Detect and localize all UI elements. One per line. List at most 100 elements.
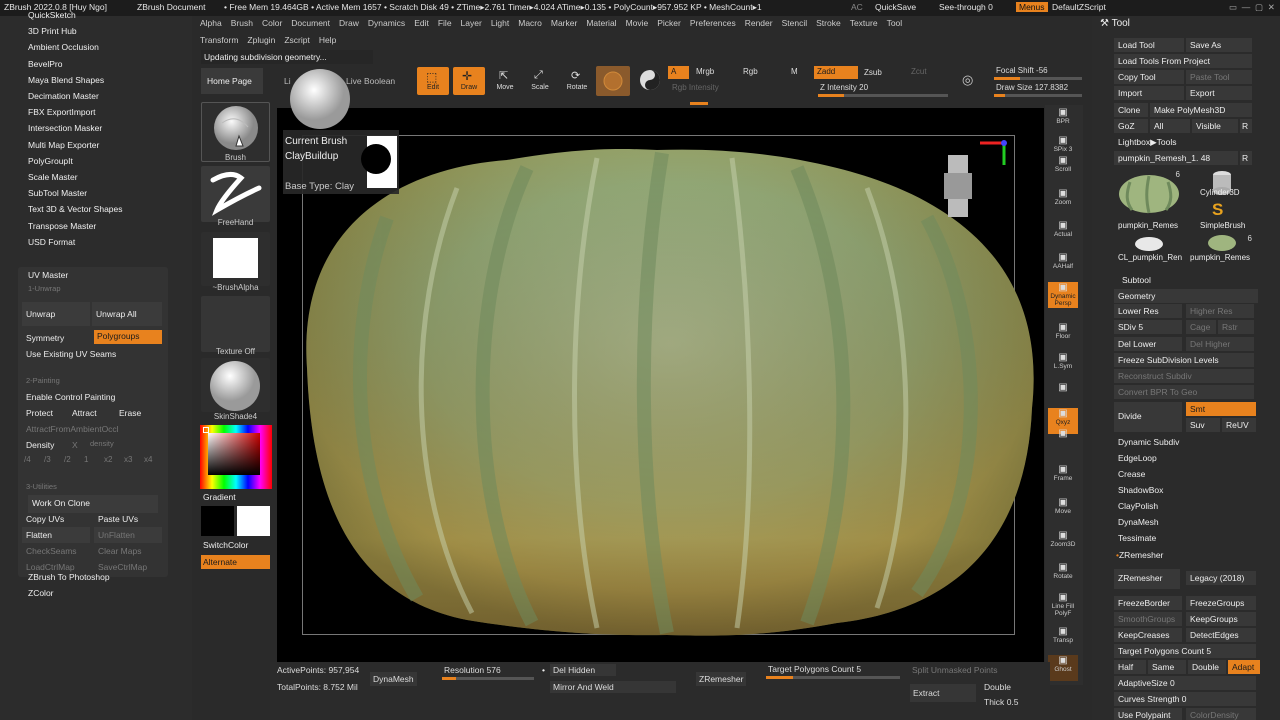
density-value-button[interactable]: x3 <box>124 455 132 464</box>
freeze-groups-toggle[interactable]: FreezeGroups <box>1186 596 1256 610</box>
export-button[interactable]: Export <box>1186 86 1252 100</box>
axis-gizmo[interactable] <box>974 133 1014 173</box>
sdiv-slider[interactable]: SDiv 5 <box>1114 320 1182 334</box>
rgb-intensity-slider[interactable]: Rgb Intensity <box>672 83 719 92</box>
current-tool-r-button[interactable]: R <box>1240 151 1252 165</box>
claypolish-section[interactable]: ClayPolish <box>1114 499 1162 513</box>
reconstruct-subdiv-button[interactable]: Reconstruct Subdiv <box>1114 369 1254 383</box>
lower-res-button[interactable]: Lower Res <box>1114 304 1182 318</box>
switch-color-button[interactable]: SwitchColor <box>203 540 248 550</box>
resolution-slider[interactable]: Resolution 576 <box>444 665 501 675</box>
smooth-groups-slider[interactable]: SmoothGroups <box>1114 612 1182 626</box>
copy-tool-button[interactable]: Copy Tool <box>1114 70 1184 84</box>
menu-transform[interactable]: Transform <box>200 35 238 45</box>
extract-button[interactable]: Extract <box>910 684 976 702</box>
menu-stencil[interactable]: Stencil <box>782 18 808 28</box>
same-button[interactable]: Same <box>1148 660 1186 674</box>
plugin-multi-map-exporter[interactable]: Multi Map Exporter <box>28 140 99 150</box>
scale-mode-button[interactable]: ⤢ Scale <box>524 67 556 95</box>
color-ball-button[interactable] <box>638 68 662 92</box>
plugin-scale-master[interactable]: Scale Master <box>28 172 78 182</box>
target-polygons-bottom-slider[interactable]: Target Polygons Count 5 <box>768 664 861 674</box>
menu-help[interactable]: Help <box>319 35 336 45</box>
zcolor-plugin[interactable]: ZColor <box>28 588 54 598</box>
use-polypaint-toggle[interactable]: Use Polypaint <box>1114 708 1182 720</box>
shelf-frame[interactable]: ▣ Frame <box>1048 464 1078 490</box>
dynamesh-button[interactable]: DynaMesh <box>370 672 417 686</box>
tool-thumb-cl-pumpkin[interactable] <box>1134 236 1164 252</box>
m-toggle[interactable]: M <box>791 67 798 76</box>
zadd-toggle[interactable]: Zadd <box>814 66 858 79</box>
move-mode-button[interactable]: ⇱ Move <box>489 67 521 95</box>
tessimate-section[interactable]: Tessimate <box>1114 531 1160 545</box>
plugin-3d-print-hub[interactable]: 3D Print Hub <box>28 26 77 36</box>
menu-brush[interactable]: Brush <box>231 18 253 28</box>
menus-toggle[interactable]: Menus <box>1016 2 1048 12</box>
plugin-text-3d-vector-shapes[interactable]: Text 3D & Vector Shapes <box>28 204 123 214</box>
shelf-ghost[interactable]: ▣ Ghost <box>1048 655 1078 681</box>
dynamesh-section[interactable]: DynaMesh <box>1114 515 1163 529</box>
double-toggle[interactable]: Double <box>984 682 1011 692</box>
color-density-slider[interactable]: ColorDensity <box>1186 708 1256 720</box>
menu-movie[interactable]: Movie <box>626 18 649 28</box>
home-page-button[interactable]: Home Page <box>201 68 263 94</box>
shelf-icon-11[interactable]: ▣ <box>1048 428 1078 454</box>
rotate-mode-button[interactable]: ⟳ Rotate <box>561 67 593 95</box>
edgeloop-section[interactable]: EdgeLoop <box>1114 451 1161 465</box>
edit-mode-button[interactable]: ⬚ Edit <box>417 67 449 95</box>
window-controls[interactable]: ▭ — ▢ ✕ <box>1229 2 1275 13</box>
density-value-button[interactable]: x2 <box>104 455 112 464</box>
del-higher-button[interactable]: Del Higher <box>1186 337 1254 351</box>
legacy-toggle[interactable]: Legacy (2018) <box>1186 571 1256 585</box>
gradient-toggle[interactable]: Gradient <box>203 492 236 502</box>
alternate-button[interactable]: Alternate <box>201 555 270 569</box>
subtool-section[interactable]: Subtool <box>1118 273 1155 287</box>
density-value-button[interactable]: /3 <box>44 455 51 464</box>
tool-thumb-pumpkin[interactable]: 6 <box>1116 170 1182 218</box>
crease-section[interactable]: Crease <box>1114 467 1149 481</box>
target-polygons-slider[interactable]: Target Polygons Count 5 <box>1114 644 1256 658</box>
plugin-transpose-master[interactable]: Transpose Master <box>28 221 96 231</box>
shelf-move[interactable]: ▣ Move <box>1048 497 1078 523</box>
goz-button[interactable]: GoZ <box>1114 119 1148 133</box>
shelf-icon-9[interactable]: ▣ <box>1048 382 1078 408</box>
quicksave-button[interactable]: QuickSave <box>875 2 916 12</box>
adapt-toggle[interactable]: Adapt <box>1228 660 1260 674</box>
secondary-color-swatch[interactable] <box>237 506 270 536</box>
del-hidden-button[interactable]: Del Hidden <box>550 664 616 676</box>
thick-slider[interactable]: Thick 0.5 <box>984 697 1019 707</box>
keep-creases-toggle[interactable]: KeepCreases <box>1114 628 1182 642</box>
polygroups-toggle[interactable]: Polygroups <box>94 330 162 344</box>
shelf-zoom3d[interactable]: ▣ Zoom3D <box>1048 530 1078 556</box>
plugin-maya-blend-shapes[interactable]: Maya Blend Shapes <box>28 75 104 85</box>
menu-macro[interactable]: Macro <box>518 18 542 28</box>
geometry-section[interactable]: Geometry <box>1114 289 1258 303</box>
plugin-polygroupit[interactable]: PolyGroupIt <box>28 156 73 166</box>
lazy-mouse-icon[interactable]: ◎ <box>962 72 980 90</box>
tool-thumb-pumpkin-2[interactable]: 6 <box>1204 234 1254 252</box>
menu-color[interactable]: Color <box>262 18 282 28</box>
lightbox-tools-button[interactable]: Lightbox▶Tools <box>1114 135 1181 149</box>
clone-button[interactable]: Clone <box>1114 103 1148 117</box>
make-polymesh-button[interactable]: Make PolyMesh3D <box>1150 103 1252 117</box>
freeze-border-toggle[interactable]: FreezeBorder <box>1114 596 1182 610</box>
menu-zplugin[interactable]: Zplugin <box>247 35 275 45</box>
plugin-bevelpro[interactable]: BevelPro <box>28 59 63 69</box>
unflatten-button[interactable]: UnFlatten <box>94 527 162 543</box>
shelf-scroll[interactable]: ▣ Scroll <box>1048 155 1078 181</box>
del-lower-button[interactable]: Del Lower <box>1114 337 1182 351</box>
split-unmasked-button[interactable]: Split Unmasked Points <box>912 665 998 675</box>
zcut-toggle[interactable]: Zcut <box>911 67 927 76</box>
shelf-actual[interactable]: ▣ Actual <box>1048 220 1078 246</box>
density-value-button[interactable]: /4 <box>24 455 31 464</box>
menu-edit[interactable]: Edit <box>414 18 429 28</box>
plugin-subtool-master[interactable]: SubTool Master <box>28 188 87 198</box>
shadowbox-section[interactable]: ShadowBox <box>1114 483 1167 497</box>
zbrush-to-photoshop-plugin[interactable]: ZBrush To Photoshop <box>28 572 110 582</box>
shelf-dynamic-persp[interactable]: ▣ Dynamic Persp <box>1048 282 1078 308</box>
zsub-toggle[interactable]: Zsub <box>864 68 882 77</box>
menu-marker[interactable]: Marker <box>551 18 577 28</box>
unwrap-all-button[interactable]: Unwrap All <box>92 302 162 326</box>
shelf-transp[interactable]: ▣ Transp <box>1048 626 1078 652</box>
simplebrush-icon[interactable]: S <box>1212 200 1232 220</box>
